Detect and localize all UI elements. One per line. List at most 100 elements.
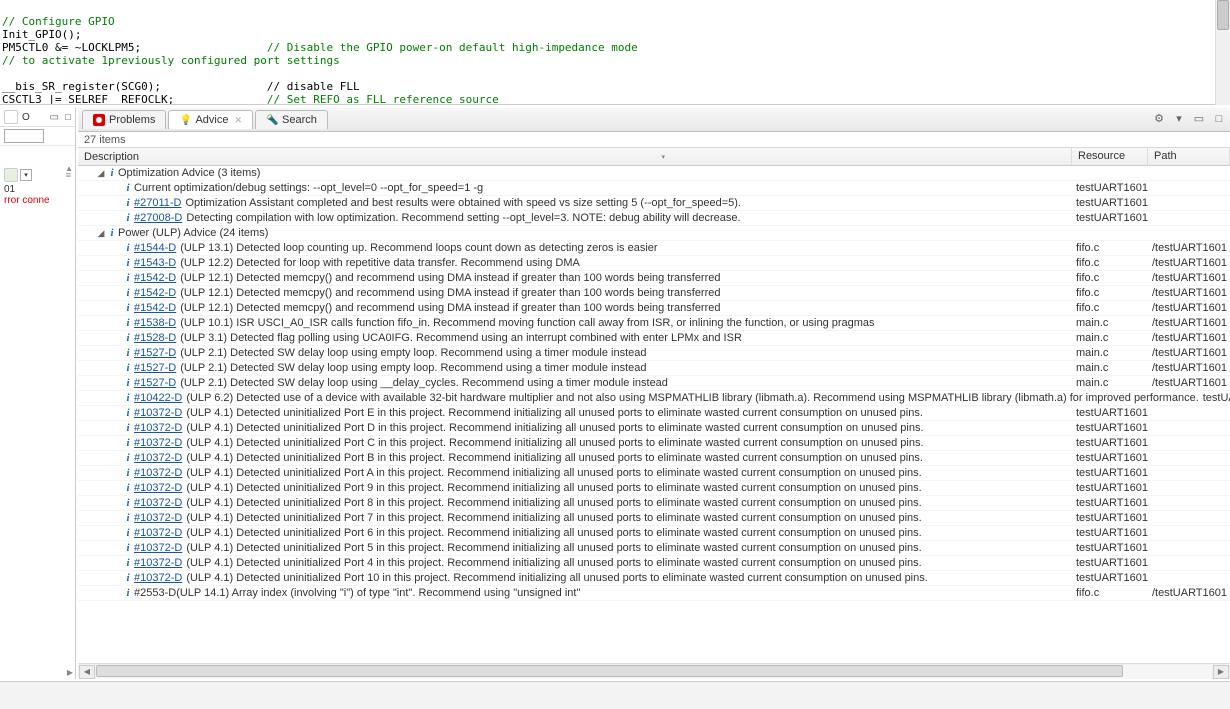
advice-link[interactable]: #1527-D — [134, 376, 180, 391]
close-icon[interactable]: ✕ — [235, 115, 243, 126]
advice-link[interactable]: #1527-D — [134, 346, 180, 361]
advice-item[interactable]: i #1538-D (ULP 10.1) ISR USCI_A0_ISR cal… — [78, 316, 1230, 331]
path-cell — [1148, 466, 1230, 480]
advice-item[interactable]: i #10372-D (ULP 4.1) Detected uninitiali… — [78, 511, 1230, 526]
advice-item[interactable]: i #10372-D (ULP 4.1) Detected uninitiali… — [78, 496, 1230, 511]
left-tool-icon[interactable] — [4, 168, 18, 182]
resource-cell: testUART1601 — [1072, 511, 1148, 525]
advice-item[interactable]: i #1527-D (ULP 2.1) Detected SW delay lo… — [78, 346, 1230, 361]
advice-link[interactable]: #10372-D — [134, 526, 186, 541]
left-toolbar-icon[interactable] — [4, 110, 18, 124]
advice-link[interactable]: #1543-D — [134, 256, 180, 271]
resource-cell — [1072, 226, 1148, 240]
advice-link[interactable]: #1542-D — [134, 271, 180, 286]
info-icon: i — [122, 361, 134, 376]
scroll-up-icon[interactable]: ▲ — [65, 164, 73, 173]
advice-item[interactable]: i #1527-D (ULP 2.1) Detected SW delay lo… — [78, 361, 1230, 376]
advice-item[interactable]: i #10372-D (ULP 4.1) Detected uninitiali… — [78, 421, 1230, 436]
advice-item[interactable]: i #1542-D (ULP 12.1) Detected memcpy() a… — [78, 286, 1230, 301]
minimize-icon[interactable]: ▭ — [1192, 112, 1206, 126]
path-cell: /testUART1601 — [1148, 271, 1230, 285]
advice-group[interactable]: ◢i Optimization Advice (3 items) — [78, 166, 1230, 181]
advice-item[interactable]: i #10372-D (ULP 4.1) Detected uninitiali… — [78, 571, 1230, 586]
advice-link[interactable]: #1538-D — [134, 316, 180, 331]
left-input[interactable] — [4, 129, 44, 143]
advice-item[interactable]: i Current optimization/debug settings: -… — [78, 181, 1230, 196]
advice-link[interactable]: #1528-D — [134, 331, 180, 346]
filters-icon[interactable]: ⚙ — [1152, 112, 1166, 126]
advice-item[interactable]: i #1528-D (ULP 3.1) Detected flag pollin… — [78, 331, 1230, 346]
info-icon: i — [122, 181, 134, 196]
advice-item[interactable]: i #1542-D (ULP 12.1) Detected memcpy() a… — [78, 271, 1230, 286]
advice-link[interactable]: #10372-D — [134, 451, 186, 466]
code-editor[interactable]: // Configure GPIO Init_GPIO(); PM5CTL0 &… — [0, 0, 1220, 105]
view-menu-icon[interactable]: ▾ — [1172, 112, 1186, 126]
advice-item[interactable]: i #10372-D (ULP 4.1) Detected uninitiali… — [78, 451, 1230, 466]
advice-link[interactable]: #10372-D — [134, 571, 186, 586]
advice-item[interactable]: i #1527-D (ULP 2.1) Detected SW delay lo… — [78, 376, 1230, 391]
advice-link[interactable]: #1542-D — [134, 301, 180, 316]
column-path[interactable]: Path — [1148, 148, 1230, 165]
resource-cell: testUART1601 — [1072, 451, 1148, 465]
maximize-icon[interactable]: □ — [65, 112, 71, 123]
advice-link[interactable]: #27011-D — [134, 196, 186, 211]
advice-link[interactable]: #10372-D — [134, 496, 186, 511]
advice-text: (ULP 2.1) Detected SW delay loop using _… — [180, 376, 668, 391]
advice-link[interactable]: #10372-D — [134, 466, 186, 481]
column-resource[interactable]: Resource — [1072, 148, 1148, 165]
advice-item[interactable]: i #2553-D (ULP 14.1) Array index (involv… — [78, 586, 1230, 601]
advice-link[interactable]: #10372-D — [134, 481, 186, 496]
expand-icon[interactable]: ◢ — [96, 226, 106, 241]
tab-problems[interactable]: Problems — [82, 110, 166, 129]
advice-item[interactable]: i #10372-D (ULP 4.1) Detected uninitiali… — [78, 541, 1230, 556]
table-header: Description▾ Resource Path — [78, 148, 1230, 166]
advice-link[interactable]: #10372-D — [134, 511, 186, 526]
tab-search[interactable]: Search — [255, 110, 328, 129]
advice-link[interactable]: #27008-D — [134, 211, 186, 226]
editor-vertical-scrollbar[interactable] — [1215, 0, 1230, 105]
path-cell — [1148, 451, 1230, 465]
advice-link[interactable]: #10372-D — [134, 421, 186, 436]
advice-group[interactable]: ◢i Power (ULP) Advice (24 items) — [78, 226, 1230, 241]
resource-cell: fifo.c — [1072, 241, 1148, 255]
advice-link[interactable]: #10372-D — [134, 406, 186, 421]
table-horizontal-scrollbar[interactable]: ◀ ▶ — [78, 663, 1230, 679]
advice-link[interactable]: #10422-D — [134, 391, 186, 406]
advice-link[interactable]: #1527-D — [134, 361, 180, 376]
advice-link[interactable]: #10372-D — [134, 556, 186, 571]
maximize-icon[interactable]: □ — [1212, 112, 1226, 126]
advice-text: Optimization Assistant completed and bes… — [186, 196, 742, 211]
dropdown-icon[interactable]: ▾ — [20, 169, 32, 181]
resource-cell: testUART1601 — [1072, 181, 1148, 195]
advice-link[interactable]: #10372-D — [134, 541, 186, 556]
minimize-icon[interactable]: ▭ — [50, 112, 59, 123]
advice-item[interactable]: i #27011-D Optimization Assistant comple… — [78, 196, 1230, 211]
advice-item[interactable]: i #10422-D (ULP 6.2) Detected use of a d… — [78, 391, 1230, 406]
info-icon: i — [106, 226, 118, 241]
info-icon: i — [122, 421, 134, 436]
advice-item[interactable]: i #10372-D (ULP 4.1) Detected uninitiali… — [78, 436, 1230, 451]
scroll-right-icon[interactable]: ▶ — [67, 668, 73, 677]
advice-item[interactable]: i #27008-D Detecting compilation with lo… — [78, 211, 1230, 226]
advice-table: Description▾ Resource Path ◢i Optimizati… — [78, 148, 1230, 679]
advice-item[interactable]: i #10372-D (ULP 4.1) Detected uninitiali… — [78, 526, 1230, 541]
advice-item[interactable]: i #1544-D (ULP 13.1) Detected loop count… — [78, 241, 1230, 256]
advice-text: (ULP 12.2) Detected for loop with repeti… — [180, 256, 580, 271]
expand-icon[interactable]: ◢ — [96, 166, 106, 181]
path-cell: /testUART1601 — [1148, 361, 1230, 375]
scroll-left-icon[interactable]: ◀ — [79, 665, 95, 679]
advice-link[interactable]: #10372-D — [134, 436, 186, 451]
advice-item[interactable]: i #1542-D (ULP 12.1) Detected memcpy() a… — [78, 301, 1230, 316]
advice-item[interactable]: i #10372-D (ULP 4.1) Detected uninitiali… — [78, 556, 1230, 571]
advice-item[interactable]: i #10372-D (ULP 4.1) Detected uninitiali… — [78, 481, 1230, 496]
tab-advice[interactable]: Advice ✕ — [168, 110, 253, 129]
column-description[interactable]: Description▾ — [78, 148, 1072, 165]
advice-link[interactable]: #1542-D — [134, 286, 180, 301]
scroll-right-icon[interactable]: ▶ — [1213, 665, 1229, 679]
advice-item[interactable]: i #1543-D (ULP 12.2) Detected for loop w… — [78, 256, 1230, 271]
resource-cell: testUART1601 — [1072, 436, 1148, 450]
advice-item[interactable]: i #10372-D (ULP 4.1) Detected uninitiali… — [78, 406, 1230, 421]
advice-item[interactable]: i #10372-D (ULP 4.1) Detected uninitiali… — [78, 466, 1230, 481]
items-count: 27 items — [78, 132, 1230, 148]
advice-link[interactable]: #1544-D — [134, 241, 180, 256]
